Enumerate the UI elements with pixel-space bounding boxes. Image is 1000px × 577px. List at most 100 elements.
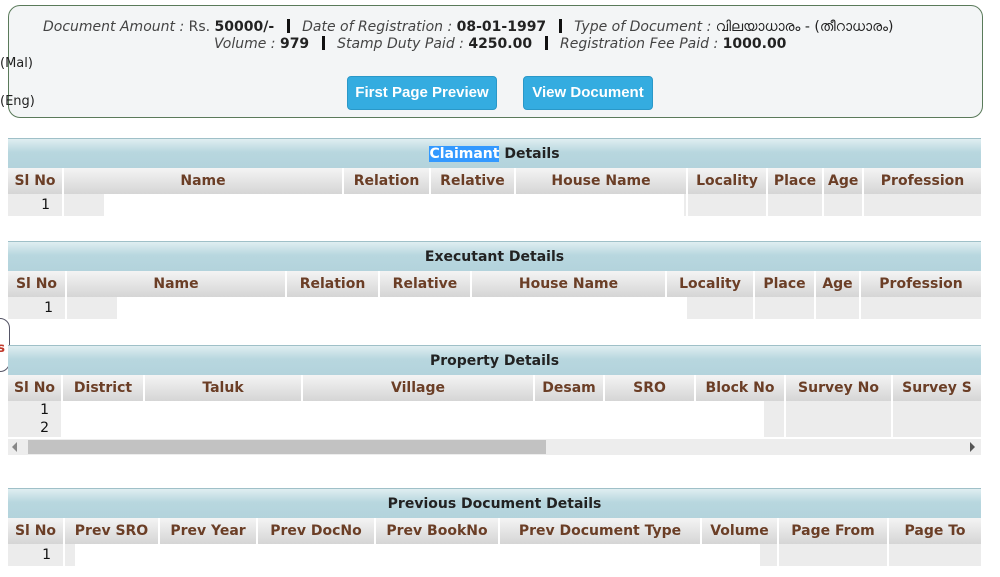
cell-profession (859, 297, 981, 319)
cell-district (61, 401, 144, 419)
cell-profession (862, 194, 981, 216)
scroll-right-arrow-icon[interactable] (970, 442, 975, 452)
property-details-title: Property Details (8, 345, 981, 375)
column-header-page-from: Page From (777, 518, 888, 544)
column-header-prev-document-type: Prev Document Type (498, 518, 701, 544)
cell-block-no (694, 419, 785, 437)
document-summary-panel: Document Amount : Rs. 50000/- Date of Re… (8, 5, 983, 118)
registration-date-label: Date of Registration : (302, 19, 457, 35)
executant-table: Sl No Name Relation Relative House Name … (8, 271, 981, 319)
cell-page-to (887, 544, 981, 566)
previous-document-table: Sl No Prev SRO Prev Year Prev DocNo Prev… (8, 518, 981, 566)
cell-sro (603, 401, 695, 419)
column-header-district: District (61, 375, 144, 401)
malayalam-option-fragment[interactable]: (Mal) (0, 56, 33, 71)
table-header-row: Sl No Name Relation Relative House Name … (8, 168, 981, 194)
column-header-relative: Relative (429, 168, 515, 194)
cell-sro (603, 419, 695, 437)
horizontal-scrollbar[interactable] (8, 439, 981, 455)
cell-village (301, 401, 534, 419)
cell-locality (665, 297, 754, 319)
english-option-fragment[interactable]: (Eng) (0, 94, 35, 109)
property-details-section: Property Details Sl No District Taluk Vi… (8, 345, 981, 455)
table-row: 1 (8, 401, 981, 419)
separator (286, 19, 290, 33)
column-header-locality: Locality (686, 168, 767, 194)
cell-house-name (514, 194, 687, 216)
cell-prev-document-type (498, 544, 701, 566)
table-header-row: Sl No Name Relation Relative House Name … (8, 271, 981, 297)
cell-volume (700, 544, 778, 566)
table-row: 1 (8, 194, 981, 216)
cell-age (814, 297, 860, 319)
column-header-survey-no: Survey No (784, 375, 892, 401)
registration-date-value: 08-01-1997 (456, 19, 547, 35)
document-amount-value: 50000/- (214, 19, 275, 35)
cell-taluk (143, 401, 302, 419)
cell-prev-bookno (374, 544, 499, 566)
volume-label: Volume : (214, 36, 280, 52)
cell-block-no (694, 401, 785, 419)
cell-house-name (470, 297, 666, 319)
summary-line-1: Document Amount : Rs. 50000/- Date of Re… (43, 19, 1000, 35)
property-table: Sl No District Taluk Village Desam SRO B… (8, 375, 981, 437)
stamp-duty-value: 4250.00 (468, 36, 533, 52)
cell-relation (342, 194, 430, 216)
stamp-duty-label: Stamp Duty Paid : (337, 36, 469, 52)
claimant-table: Sl No Name Relation Relative House Name … (8, 168, 981, 216)
document-type-label: Type of Document : (574, 19, 716, 35)
document-type-value: വിലയാധാരം - (തീറാധാരം) (715, 19, 894, 35)
column-header-relation: Relation (342, 168, 430, 194)
cell-survey-no (784, 401, 892, 419)
view-document-button[interactable]: View Document (523, 76, 653, 110)
table-header-row: Sl No District Taluk Village Desam SRO B… (8, 375, 981, 401)
column-header-house-name: House Name (470, 271, 666, 297)
cell-survey-subdivision (891, 401, 981, 419)
cell-prev-year (158, 544, 257, 566)
cell-name (62, 194, 343, 216)
previous-document-details-section: Previous Document Details Sl No Prev SRO… (8, 488, 981, 566)
scrollbar-thumb[interactable] (28, 440, 546, 454)
column-header-age: Age (814, 271, 860, 297)
first-page-preview-button[interactable]: First Page Preview (347, 76, 497, 110)
scroll-left-arrow-icon[interactable] (12, 442, 17, 452)
volume-value: 979 (279, 36, 310, 52)
column-header-profession: Profession (862, 168, 981, 194)
column-header-sl-no: Sl No (8, 375, 62, 401)
cell-page-from (777, 544, 888, 566)
cell-village (301, 419, 534, 437)
column-header-profession: Profession (859, 271, 981, 297)
column-header-block-no: Block No (694, 375, 785, 401)
table-row: 1 (8, 544, 981, 566)
cell-desam (533, 419, 604, 437)
column-header-relative: Relative (378, 271, 471, 297)
cell-place (766, 194, 823, 216)
cell-age (822, 194, 863, 216)
column-header-name: Name (65, 271, 286, 297)
column-header-age: Age (822, 168, 863, 194)
cell-sl-no: 2 (8, 419, 62, 437)
registration-fee-label: Registration Fee Paid : (560, 36, 723, 52)
executant-details-title: Executant Details (8, 241, 981, 271)
column-header-volume: Volume (700, 518, 778, 544)
cell-sl-no: 1 (8, 297, 66, 319)
column-header-desam: Desam (533, 375, 604, 401)
claimant-details-title: Claimant Details (8, 138, 981, 168)
separator (321, 36, 325, 50)
side-tab-label: s (0, 341, 5, 356)
column-header-taluk: Taluk (143, 375, 302, 401)
cell-district (61, 419, 144, 437)
column-header-page-to: Page To (887, 518, 981, 544)
cell-prev-docno (256, 544, 375, 566)
table-row: 1 (8, 297, 981, 319)
table-header-row: Sl No Prev SRO Prev Year Prev DocNo Prev… (8, 518, 981, 544)
column-header-prev-bookno: Prev BookNo (374, 518, 499, 544)
column-header-sl-no: Sl No (8, 271, 66, 297)
column-header-prev-sro: Prev SRO (63, 518, 159, 544)
column-header-sl-no: Sl No (8, 518, 64, 544)
column-header-village: Village (301, 375, 534, 401)
cell-survey-no (784, 419, 892, 437)
document-amount-label: Document Amount : (43, 19, 189, 35)
cell-relative (378, 297, 471, 319)
column-header-relation: Relation (285, 271, 379, 297)
